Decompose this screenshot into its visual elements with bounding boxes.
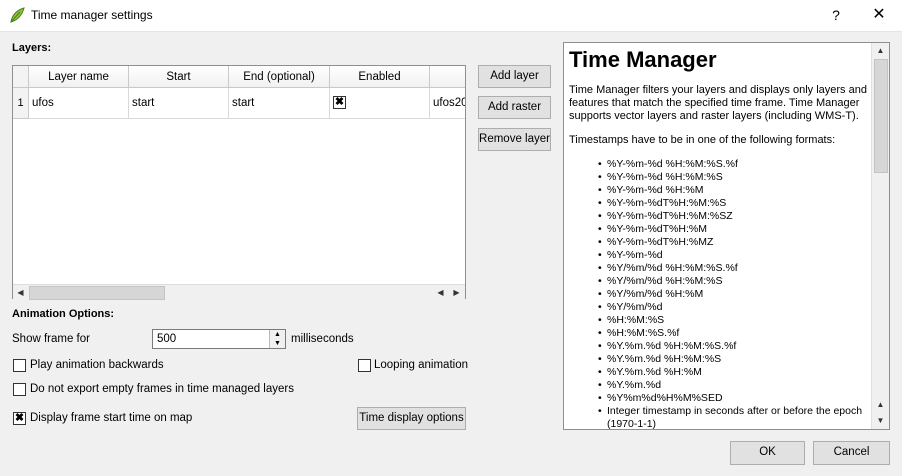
help-paragraph: Time Manager filters your layers and dis… <box>569 84 867 122</box>
column-header-end[interactable]: End (optional) <box>229 66 330 88</box>
animation-options-label: Animation Options: <box>12 308 115 320</box>
scroll-up-icon[interactable]: ▲ <box>873 397 888 412</box>
no-export-empty-label[interactable]: Do not export empty frames in time manag… <box>30 383 294 395</box>
format-item: %Y-%m-%dT%H:%M:%SZ <box>598 210 869 223</box>
format-item: %Y.%m.%d %H:%M:%S <box>598 353 869 366</box>
play-backwards-label[interactable]: Play animation backwards <box>30 359 164 371</box>
row-header[interactable]: 1 <box>13 88 29 119</box>
cell-layer-name[interactable]: ufos <box>29 88 129 119</box>
column-header-extra[interactable] <box>430 66 465 88</box>
layers-table[interactable]: Layer name Start End (optional) Enabled … <box>12 65 466 299</box>
qgis-leaf-icon <box>10 7 25 23</box>
close-button[interactable]: ✕ <box>862 2 896 28</box>
format-item: %Y/%m/%d %H:%M:%S.%f <box>598 262 869 275</box>
format-item: %Y-%m-%dT%H:%M <box>598 223 869 236</box>
layers-label: Layers: <box>12 42 52 54</box>
add-layer-button[interactable]: Add layer <box>478 65 551 88</box>
help-button[interactable]: ? <box>822 2 850 28</box>
display-start-time-checkbox[interactable]: ✖ <box>13 412 26 425</box>
horizontal-scrollbar[interactable]: ◀ ◀ ▶ <box>13 284 465 300</box>
scrollbar-thumb[interactable] <box>874 59 888 173</box>
add-raster-button[interactable]: Add raster <box>478 96 551 119</box>
ok-button[interactable]: OK <box>730 441 805 465</box>
no-export-empty-checkbox[interactable] <box>13 383 26 396</box>
help-paragraph: Timestamps have to be in one of the foll… <box>569 134 836 146</box>
format-item: %Y.%m.%d %H:%M:%S.%f <box>598 340 869 353</box>
help-content: Time Manager Time Manager filters your l… <box>569 47 869 429</box>
column-header-layer-name[interactable]: Layer name <box>29 66 129 88</box>
time-display-options-button[interactable]: Time display options <box>357 407 466 430</box>
scroll-down-icon[interactable]: ▼ <box>873 413 888 428</box>
format-item: %Y-%m-%d %H:%M:%S <box>598 171 869 184</box>
format-item: %Y-%m-%d %H:%M <box>598 184 869 197</box>
format-item: %Y-%m-%dT%H:%MZ <box>598 236 869 249</box>
play-backwards-checkbox[interactable] <box>13 359 26 372</box>
looping-label[interactable]: Looping animation <box>374 359 468 371</box>
format-item: %H:%M:%S.%f <box>598 327 869 340</box>
scroll-left-icon[interactable]: ◀ <box>13 285 28 300</box>
scrollbar-thumb[interactable] <box>29 286 165 300</box>
format-list: %Y-%m-%d %H:%M:%S.%f %Y-%m-%d %H:%M:%S %… <box>569 158 869 429</box>
vertical-scrollbar[interactable]: ▲ ▲ ▼ <box>871 43 889 429</box>
cell-extra[interactable]: ufos20 <box>430 88 465 119</box>
column-header-start[interactable]: Start <box>129 66 229 88</box>
frame-duration-spinbox[interactable]: ▲ ▼ <box>152 329 286 349</box>
format-item: %Y.%m.%d %H:%M <box>598 366 869 379</box>
looping-checkbox[interactable] <box>358 359 371 372</box>
format-item: Integer timestamp in seconds after or be… <box>598 405 869 429</box>
format-item: %Y-%m-%dT%H:%M:%S <box>598 197 869 210</box>
cancel-button[interactable]: Cancel <box>813 441 890 465</box>
spin-down-icon[interactable]: ▼ <box>269 339 285 348</box>
format-item: %Y-%m-%d %H:%M:%S.%f <box>598 158 869 171</box>
help-title: Time Manager <box>569 47 717 72</box>
scroll-up-icon[interactable]: ▲ <box>873 43 888 58</box>
format-item: %H:%M:%S <box>598 314 869 327</box>
format-item: %Y-%m-%d <box>598 249 869 262</box>
remove-layer-button[interactable]: Remove layer <box>478 128 551 151</box>
milliseconds-label: milliseconds <box>291 333 354 345</box>
window-title: Time manager settings <box>31 8 153 22</box>
frame-duration-input[interactable] <box>157 330 267 348</box>
format-item: %Y/%m/%d %H:%M:%S <box>598 275 869 288</box>
scroll-left-icon[interactable]: ◀ <box>433 285 448 300</box>
help-browser[interactable]: Time Manager Time Manager filters your l… <box>563 42 890 430</box>
cell-end[interactable]: start <box>229 88 330 119</box>
show-frame-label: Show frame for <box>12 333 90 345</box>
enabled-checkbox[interactable]: ✖ <box>333 96 346 109</box>
table-corner[interactable] <box>13 66 29 88</box>
cell-start[interactable]: start <box>129 88 229 119</box>
format-item: %Y/%m/%d %H:%M <box>598 288 869 301</box>
spin-up-icon[interactable]: ▲ <box>269 330 285 339</box>
display-start-time-label[interactable]: Display frame start time on map <box>30 412 192 424</box>
format-item: %Y.%m.%d <box>598 379 869 392</box>
column-header-enabled[interactable]: Enabled <box>330 66 430 88</box>
format-item: %Y/%m/%d <box>598 301 869 314</box>
scroll-right-icon[interactable]: ▶ <box>449 285 464 300</box>
format-item: %Y%m%d%H%M%SED <box>598 392 869 405</box>
